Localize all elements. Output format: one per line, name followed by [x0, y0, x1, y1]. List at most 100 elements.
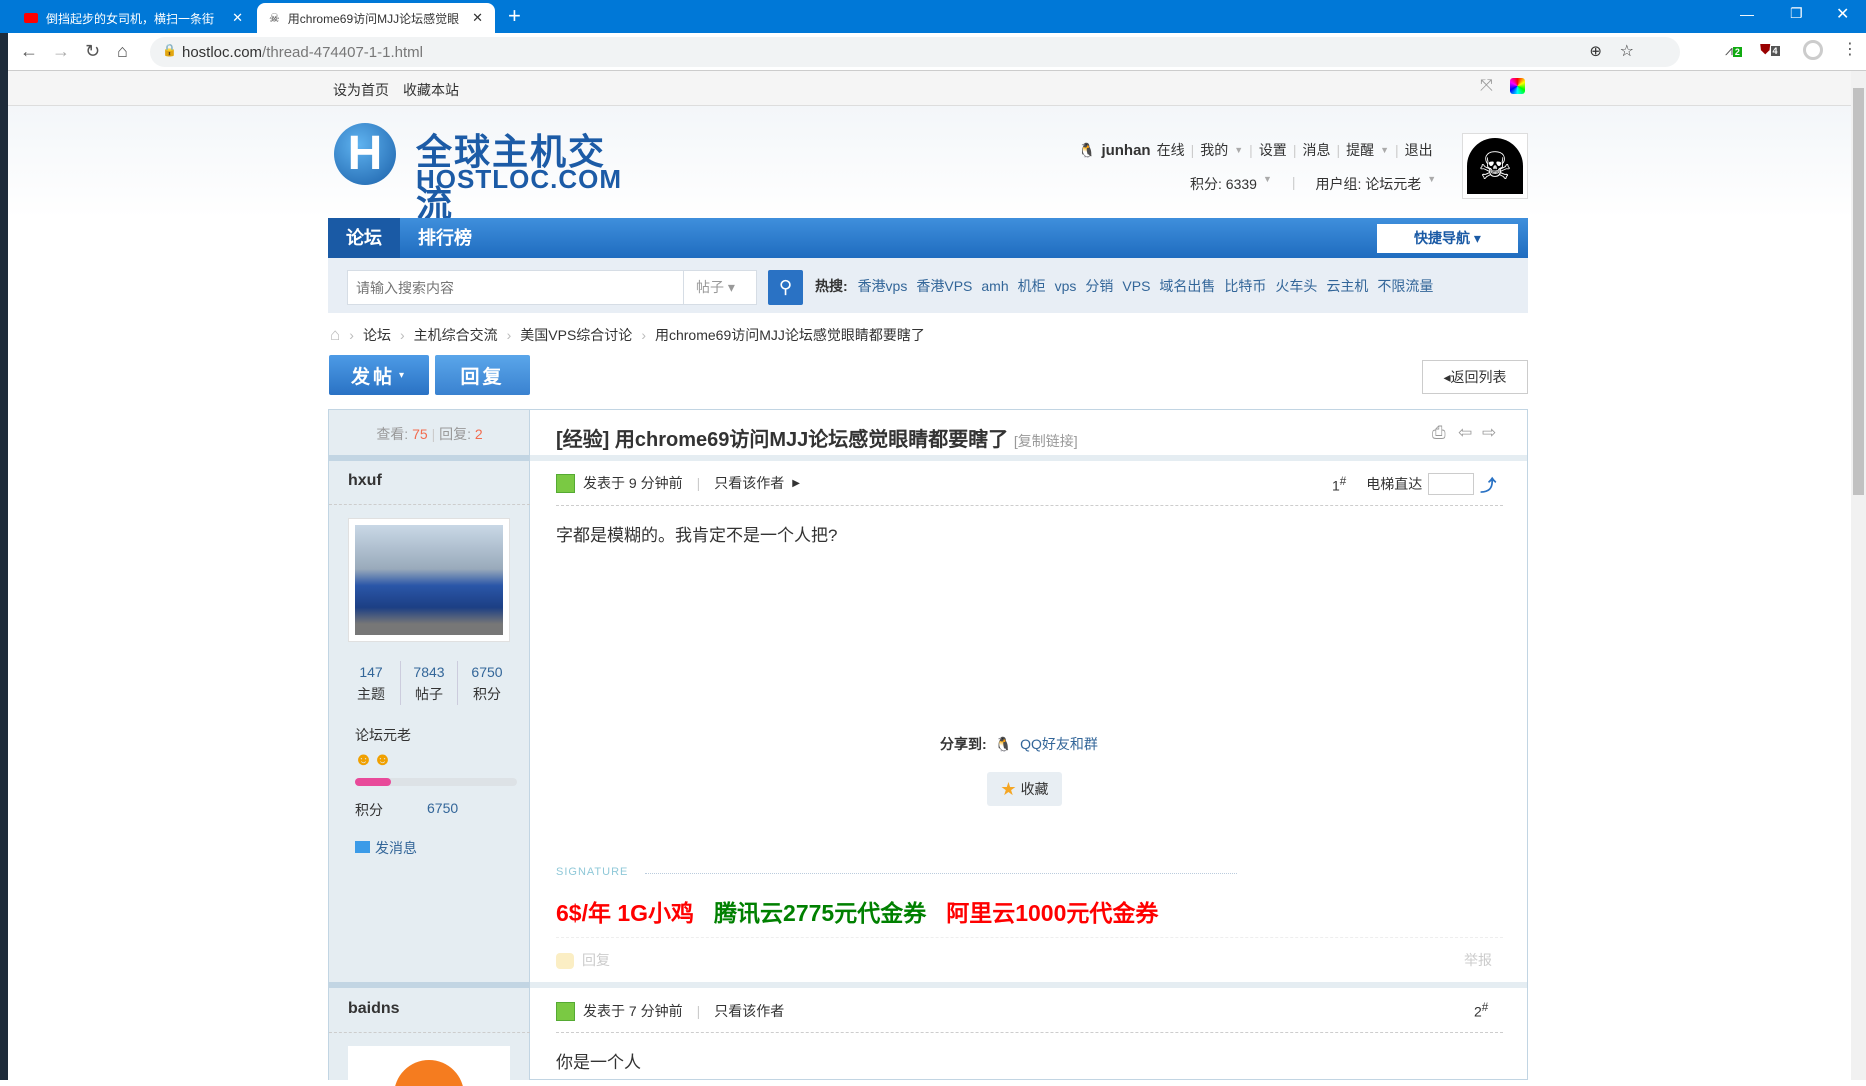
floor-info: 1# 电梯直达 ⤴ — [1332, 472, 1496, 496]
stat-posts[interactable]: 7843 帖子 — [400, 661, 458, 705]
escalator-icon[interactable]: ⤴ — [1480, 472, 1496, 496]
site-logo[interactable]: H 全球主机交流 HOSTLOC.COM — [332, 119, 642, 224]
top-toolbar: 设为首页 收藏本站 ⤧ — [8, 71, 1851, 106]
breadcrumb-link[interactable]: 论坛 — [363, 325, 391, 345]
stat-threads[interactable]: 147 主题 — [342, 661, 400, 705]
search-input[interactable] — [347, 270, 684, 305]
stat-points[interactable]: 6750 积分 — [458, 661, 516, 705]
messages-link[interactable]: 消息 — [1302, 140, 1330, 160]
hot-searches: 热搜: 香港vps 香港VPS amh 机柜 vps 分销 VPS 域名出售 比特币 火车头 云主机… — [815, 278, 1434, 294]
fullscreen-icon[interactable]: ⤧ — [1480, 77, 1493, 95]
scrollbar-thumb[interactable] — [1853, 88, 1864, 495]
hot-link[interactable]: VPS — [1122, 278, 1150, 294]
search-icon: ⚲ — [778, 277, 793, 297]
hot-link[interactable]: 分销 — [1085, 278, 1113, 294]
hot-link[interactable]: 香港vps — [858, 278, 908, 294]
restore-button[interactable]: ❐ — [1790, 5, 1803, 22]
hot-link[interactable]: 不限流量 — [1377, 278, 1433, 294]
author-avatar[interactable] — [348, 1046, 510, 1086]
hot-link[interactable]: amh — [981, 278, 1008, 294]
usergroup-menu[interactable]: 用户组: 论坛元老 — [1316, 174, 1422, 194]
home-icon[interactable]: ⌂ — [117, 41, 128, 62]
zoom-icon[interactable]: ⊕ — [1589, 42, 1602, 60]
youtube-icon — [24, 13, 38, 23]
close-tab-icon[interactable]: ✕ — [472, 10, 483, 26]
set-home-link[interactable]: 设为首页 — [333, 80, 389, 100]
post-author[interactable]: hxuf — [348, 472, 382, 490]
close-tab-icon[interactable]: ✕ — [232, 10, 243, 26]
points-menu[interactable]: 积分: 6339 — [1190, 174, 1257, 194]
report-link[interactable]: 举报 — [1464, 950, 1492, 970]
bookmark-site-link[interactable]: 收藏本站 — [403, 80, 459, 100]
lock-icon: 🔒 — [162, 43, 177, 57]
forward-icon[interactable]: → — [52, 41, 70, 62]
post-author[interactable]: baidns — [348, 1000, 400, 1018]
share-row: 分享到: 🐧 QQ好友和群 — [940, 734, 1098, 754]
my-menu[interactable]: 我的 — [1200, 140, 1228, 160]
search-button[interactable]: ⚲ — [768, 270, 803, 305]
favorite-button[interactable]: ★ 收藏 — [987, 772, 1062, 806]
signature: 6$/年 1G小鸡 腾讯云2775元代金券 阿里云1000元代金券 — [556, 900, 1159, 926]
url-input[interactable]: 🔒 hostloc.com/thread-474407-1-1.html ⊕ ☆ — [150, 37, 1680, 67]
search-type-select[interactable]: 帖子 ▾ — [683, 270, 757, 305]
tab-2[interactable]: ☠ 用chrome69访问MJJ论坛感觉眼 ✕ — [257, 3, 495, 33]
copy-link[interactable]: [复制链接] — [1014, 433, 1078, 449]
hot-link[interactable]: 域名出售 — [1159, 278, 1215, 294]
mail-icon — [355, 841, 370, 853]
prev-thread-icon[interactable]: ⇦ — [1458, 423, 1472, 443]
profile-icon[interactable] — [1803, 40, 1823, 60]
only-author-link[interactable]: 只看该作者 — [714, 473, 784, 493]
nav-ranking[interactable]: 排行榜 — [418, 218, 472, 258]
hot-link[interactable]: 香港VPS — [916, 278, 972, 294]
divider — [530, 455, 1527, 461]
car-image — [355, 525, 503, 635]
user-info: 积分: 6339 ▼ | 用户组: 论坛元老 ▼ — [1190, 174, 1437, 194]
send-message-link[interactable]: 发消息 — [355, 838, 417, 858]
new-post-button[interactable]: 发帖 ▾ — [329, 355, 429, 395]
user-rank[interactable]: 论坛元老 — [355, 725, 411, 745]
breadcrumb-link[interactable]: 主机综合交流 — [414, 325, 498, 345]
print-icon[interactable]: ⎙ — [1432, 423, 1446, 443]
home-icon[interactable]: ⌂ — [330, 325, 340, 345]
settings-link[interactable]: 设置 — [1259, 140, 1287, 160]
reload-icon[interactable]: ↻ — [85, 41, 100, 62]
post-content: 字都是模糊的。我肯定不是一个人把? — [556, 526, 838, 545]
author-avatar[interactable] — [348, 518, 510, 642]
logo-text-en: HOSTLOC.COM — [416, 164, 622, 194]
new-tab-button[interactable]: + — [508, 3, 521, 29]
username-link[interactable]: junhan — [1101, 142, 1150, 159]
divider — [556, 937, 1503, 938]
thread-title: [经验] 用chrome69访问MJJ论坛感觉眼睛都要瞎了 [复制链接] — [556, 429, 1078, 451]
notifications-menu[interactable]: 提醒 — [1346, 140, 1374, 160]
only-author-link[interactable]: 只看该作者 — [714, 1001, 784, 1021]
back-to-list-button[interactable]: ◂返回列表 — [1422, 360, 1528, 394]
extension-icon[interactable]: ⩘ 2 — [1725, 42, 1742, 59]
search-bar: 帖子 ▾ ⚲ 热搜: 香港vps香港VPSamh机柜vps分销VPS域名出售比特… — [328, 258, 1528, 313]
logout-link[interactable]: 退出 — [1405, 140, 1433, 160]
menu-icon[interactable]: ⋮ — [1842, 39, 1858, 59]
color-icon[interactable] — [1510, 78, 1525, 94]
tab-1[interactable]: 倒挡起步的女司机，横扫一条街 ✕ — [12, 3, 255, 33]
share-qq-link[interactable]: QQ好友和群 — [1020, 734, 1098, 754]
header-bg — [8, 106, 1851, 218]
hot-link[interactable]: 云主机 — [1326, 278, 1368, 294]
hot-link[interactable]: 火车头 — [1275, 278, 1317, 294]
hot-link[interactable]: vps — [1055, 278, 1077, 294]
star-icon[interactable]: ☆ — [1620, 41, 1634, 61]
minimize-button[interactable]: — — [1740, 6, 1754, 22]
hot-link[interactable]: 比特币 — [1224, 278, 1266, 294]
reply-link[interactable]: 回复 — [556, 950, 610, 970]
divider — [530, 982, 1527, 988]
ublock-icon[interactable]: ⛊ 4 — [1760, 41, 1780, 58]
back-icon[interactable]: ← — [20, 41, 38, 62]
reply-button[interactable]: 回复 — [435, 355, 530, 395]
user-avatar[interactable]: ☠ — [1462, 133, 1528, 199]
hot-link[interactable]: 机柜 — [1018, 278, 1046, 294]
next-thread-icon[interactable]: ⇨ — [1482, 423, 1496, 443]
floor-jump-input[interactable] — [1428, 473, 1475, 495]
breadcrumb-link[interactable]: 美国VPS综合讨论 — [520, 325, 632, 345]
nav-forum[interactable]: 论坛 — [328, 218, 400, 258]
quick-nav-button[interactable]: 快捷导航 ▾ — [1377, 224, 1518, 253]
close-window-button[interactable]: ✕ — [1836, 4, 1849, 24]
main-nav: 论坛 排行榜 快捷导航 ▾ — [328, 218, 1528, 258]
